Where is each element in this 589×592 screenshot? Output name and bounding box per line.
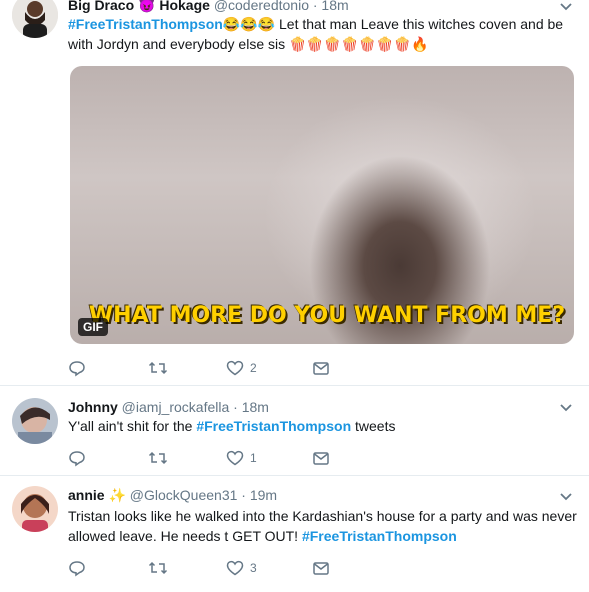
avatar-image [12,486,58,532]
gif-media[interactable]: WHAT MORE DO YOU WANT FROM ME? GIF [70,66,574,344]
tweet-header: annie ✨ @GlockQueen31 · 19m [68,486,277,504]
avatar[interactable] [12,486,58,532]
tweet-text-line1: Tristan looks like he walked into the Ka… [68,508,577,524]
tweet-text: #FreeTristanThompson😂😂😂 Let that man Lea… [68,14,567,54]
avatar-image [12,398,58,444]
tweet-header: Johnny @iamj_rockafella · 18m [68,398,269,416]
like-icon [226,360,244,376]
gif-badge: GIF [78,318,108,336]
avatar[interactable] [12,398,58,444]
dm-button[interactable] [312,559,330,577]
tweet-3[interactable]: annie ✨ @GlockQueen31 · 19m Tristan look… [0,476,589,592]
handle[interactable]: @iamj_rockafella [122,399,230,415]
display-name-suffix[interactable]: Hokage [159,0,210,13]
text-emoji: 😂😂😂 [222,16,276,32]
tweet-actions: 2 [68,358,330,378]
like-count: 1 [250,451,257,465]
display-name[interactable]: annie [68,487,105,503]
tweet-actions: 1 [68,448,330,468]
like-icon [226,450,244,466]
reply-icon [69,451,85,467]
dm-icon [313,452,329,465]
retweet-button[interactable] [148,449,226,467]
tweet-1[interactable]: Big Draco 😈 Hokage @coderedtonio · 18m #… [0,0,589,386]
dm-icon [313,362,329,375]
hashtag-link[interactable]: #FreeTristanThompson [302,528,457,544]
trailing-emoji: 🍿🍿🍿🍿🍿🍿🍿🔥 [289,36,429,52]
dm-icon [313,562,329,575]
dm-button[interactable] [312,449,330,467]
tweet-header: Big Draco 😈 Hokage @coderedtonio · 18m [68,0,349,14]
handle[interactable]: @coderedtonio [214,0,309,13]
retweet-button[interactable] [148,559,226,577]
reply-button[interactable] [68,359,148,377]
chevron-down-icon[interactable] [559,0,573,14]
hashtag-link[interactable]: #FreeTristanThompson [68,16,223,32]
tweet-text-line2: allowed leave. He needs t GET OUT! [68,528,299,544]
avatar-image [12,0,58,38]
tweet-actions: 3 [68,558,330,578]
gif-caption: WHAT MORE DO YOU WANT FROM ME? [88,303,566,328]
timestamp[interactable]: · 18m [313,0,349,13]
reply-icon [69,361,85,377]
tweet-text-before: Y'all ain't shit for the [68,418,193,434]
tweet-text-after: tweets [355,418,396,434]
hashtag-link[interactable]: #FreeTristanThompson [196,418,351,434]
reply-button[interactable] [68,559,148,577]
retweet-icon [148,361,168,375]
tweet-text-line1: Let that man Leave this witches coven an… [279,16,564,32]
dm-button[interactable] [312,359,330,377]
tweet-text: Y'all ain't shit for the #FreeTristanTho… [68,416,567,436]
tweet-text: Tristan looks like he walked into the Ka… [68,506,579,546]
display-name[interactable]: Big Draco [68,0,134,13]
retweet-icon [148,451,168,465]
like-button[interactable]: 1 [226,449,312,467]
like-count: 2 [250,361,257,375]
timestamp[interactable]: · 19m [241,487,277,503]
tweet-text-line2: with Jordyn and everybody else sis [68,36,286,52]
like-button[interactable]: 2 [226,359,312,377]
chevron-down-icon[interactable] [559,490,573,504]
like-icon [226,560,244,576]
display-name[interactable]: Johnny [68,399,118,415]
tweet-2[interactable]: Johnny @iamj_rockafella · 18m Y'all ain'… [0,386,589,476]
avatar[interactable] [12,0,58,38]
like-button[interactable]: 3 [226,559,312,577]
timestamp[interactable]: · 18m [233,399,269,415]
handle[interactable]: @GlockQueen31 [130,487,238,503]
name-emoji: ✨ [108,487,126,503]
reply-icon [69,561,85,577]
retweet-icon [148,561,168,575]
chevron-down-icon[interactable] [559,401,573,415]
name-emoji: 😈 [138,0,156,13]
like-count: 3 [250,561,257,575]
reply-button[interactable] [68,449,148,467]
retweet-button[interactable] [148,359,226,377]
